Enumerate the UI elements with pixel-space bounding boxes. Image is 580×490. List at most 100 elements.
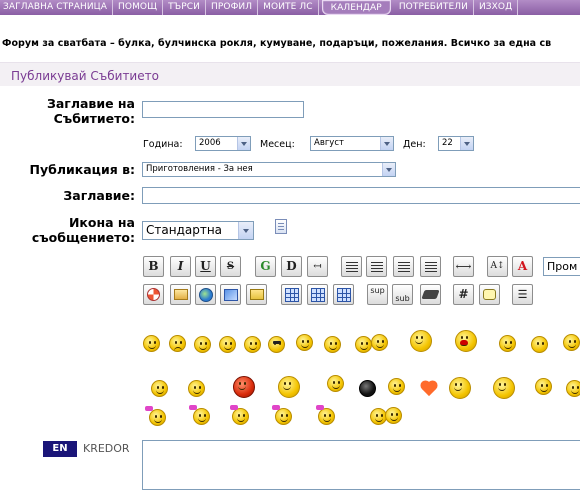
dance-smiley-icon[interactable] bbox=[410, 330, 432, 352]
italic-button[interactable]: I bbox=[170, 256, 191, 277]
thumbsup-smiley-icon[interactable] bbox=[296, 334, 313, 351]
email-button[interactable] bbox=[246, 284, 267, 305]
message-icon-label: Икона на съобщението: bbox=[31, 215, 135, 245]
align-left-button[interactable] bbox=[341, 256, 362, 277]
clap-smiley-icon[interactable] bbox=[493, 377, 515, 399]
grin-smiley-icon[interactable] bbox=[219, 336, 236, 353]
list-button[interactable]: ☰ bbox=[512, 284, 533, 305]
wink-smiley-icon[interactable] bbox=[194, 336, 211, 353]
blush-smiley-icon[interactable] bbox=[531, 336, 548, 353]
happy-smiley-icon[interactable] bbox=[499, 335, 516, 352]
publication-select[interactable]: Приготовления - За нея bbox=[142, 162, 396, 177]
party-smiley-icon[interactable] bbox=[449, 377, 471, 399]
sad-smiley-icon[interactable] bbox=[169, 335, 186, 352]
title-input[interactable] bbox=[142, 187, 580, 204]
align-center-icon bbox=[371, 262, 383, 263]
quote-button[interactable] bbox=[479, 284, 500, 305]
event-title-input[interactable] bbox=[142, 101, 304, 118]
hug-smiley-icon[interactable] bbox=[355, 336, 372, 353]
superscript-button[interactable]: sup bbox=[367, 284, 388, 305]
event-title-label: Заглавие на Събитието: bbox=[46, 96, 135, 126]
code-button[interactable]: # bbox=[453, 284, 474, 305]
kiss2-smiley-icon[interactable] bbox=[385, 407, 402, 424]
bride-smiley-icon[interactable] bbox=[149, 409, 166, 426]
move-button[interactable]: ↤ bbox=[307, 256, 328, 277]
heart-icon[interactable] bbox=[421, 381, 438, 398]
table-row-icon bbox=[311, 288, 325, 302]
year-label: Година: bbox=[143, 139, 183, 150]
font-face-select[interactable]: Пром bbox=[543, 257, 580, 276]
ftp-button[interactable] bbox=[220, 284, 241, 305]
cool-smiley-icon[interactable] bbox=[268, 336, 285, 353]
bold-button[interactable]: B bbox=[143, 256, 164, 277]
table-cell-icon bbox=[337, 288, 351, 302]
month-value: Август bbox=[314, 138, 344, 148]
month-select[interactable]: Август bbox=[310, 136, 394, 151]
document-icon bbox=[275, 219, 287, 234]
email-icon bbox=[249, 289, 264, 300]
subscript-button[interactable]: sub bbox=[392, 284, 413, 305]
table-icon bbox=[285, 288, 299, 302]
teletype-button[interactable] bbox=[420, 284, 441, 305]
day-select[interactable]: 22 bbox=[438, 136, 474, 151]
teeth-smiley-icon[interactable] bbox=[244, 336, 261, 353]
nav-messages[interactable]: МОИТЕ ЛС bbox=[258, 0, 319, 15]
nav-profile[interactable]: ПРОФИЛ bbox=[206, 0, 259, 15]
section-title: Публикувай Събитието bbox=[11, 69, 159, 83]
angel-smiley-icon[interactable] bbox=[388, 378, 405, 395]
year-select[interactable]: 2006 bbox=[195, 136, 251, 151]
align-center-button[interactable] bbox=[366, 256, 387, 277]
wave-smiley-icon[interactable] bbox=[188, 380, 205, 397]
table-row-button[interactable] bbox=[307, 284, 328, 305]
shy-smiley-icon[interactable] bbox=[151, 380, 168, 397]
message-icon-select[interactable]: Стандартна bbox=[142, 221, 254, 240]
day-label: Ден: bbox=[403, 139, 426, 150]
nav-search[interactable]: ТЪРСИ bbox=[163, 0, 206, 15]
year-value: 2006 bbox=[199, 138, 221, 148]
globe-icon bbox=[198, 288, 213, 302]
strike-button[interactable]: S bbox=[220, 256, 241, 277]
think-smiley-icon[interactable] bbox=[327, 375, 344, 392]
table-cell-button[interactable] bbox=[333, 284, 354, 305]
transfer-icon bbox=[223, 289, 238, 301]
bow-icon bbox=[272, 405, 280, 410]
bye-smiley-icon[interactable] bbox=[566, 380, 580, 397]
smiley-icon[interactable] bbox=[143, 335, 160, 352]
hr-button[interactable]: ⟷ bbox=[453, 256, 474, 277]
align-right-button[interactable] bbox=[393, 256, 414, 277]
underline-button[interactable]: U bbox=[195, 256, 216, 277]
justify-icon bbox=[425, 262, 437, 263]
font-color-button[interactable]: A bbox=[512, 256, 533, 277]
language-badge[interactable]: EN bbox=[43, 441, 77, 457]
title-label: Заглавие: bbox=[63, 188, 135, 203]
girl-happy-smiley-icon[interactable] bbox=[318, 408, 335, 425]
girl-wave-smiley-icon[interactable] bbox=[275, 408, 292, 425]
image-button[interactable] bbox=[170, 284, 191, 305]
shadow-button[interactable]: D bbox=[281, 256, 302, 277]
justify-button[interactable] bbox=[420, 256, 441, 277]
wonder-smiley-icon[interactable] bbox=[535, 378, 552, 395]
nav-calendar[interactable]: КАЛЕНДАР bbox=[321, 0, 391, 15]
message-textarea[interactable] bbox=[142, 440, 580, 490]
nav-help[interactable]: ПОМОЩ bbox=[113, 0, 164, 15]
nav-members[interactable]: ПОТРЕБИТЕЛИ bbox=[394, 0, 474, 15]
laugh-smiley-icon[interactable] bbox=[324, 336, 341, 353]
flash-button[interactable] bbox=[143, 284, 164, 305]
girl-smiley-icon[interactable] bbox=[193, 408, 210, 425]
top-nav: ЗАГЛАВНА СТРАНИЦА ПОМОЩ ТЪРСИ ПРОФИЛ МОИ… bbox=[0, 0, 580, 15]
nav-logout[interactable]: ИЗХОД bbox=[474, 0, 519, 15]
bow-icon bbox=[316, 405, 324, 410]
table-button[interactable] bbox=[281, 284, 302, 305]
flash-icon bbox=[147, 288, 160, 301]
scream-smiley-icon[interactable] bbox=[455, 330, 477, 352]
glow-button[interactable]: G bbox=[255, 256, 276, 277]
bomb-icon[interactable] bbox=[359, 380, 376, 397]
nav-home[interactable]: ЗАГЛАВНА СТРАНИЦА bbox=[0, 0, 114, 15]
hug2-smiley-icon[interactable] bbox=[371, 334, 388, 351]
girls-smiley-icon[interactable] bbox=[232, 408, 249, 425]
font-size-button[interactable]: A↕ bbox=[487, 256, 508, 277]
link-button[interactable] bbox=[195, 284, 216, 305]
cheer-smiley-icon[interactable] bbox=[278, 376, 300, 398]
devil-smiley-icon[interactable] bbox=[233, 376, 255, 398]
roll-smiley-icon[interactable] bbox=[563, 334, 580, 351]
